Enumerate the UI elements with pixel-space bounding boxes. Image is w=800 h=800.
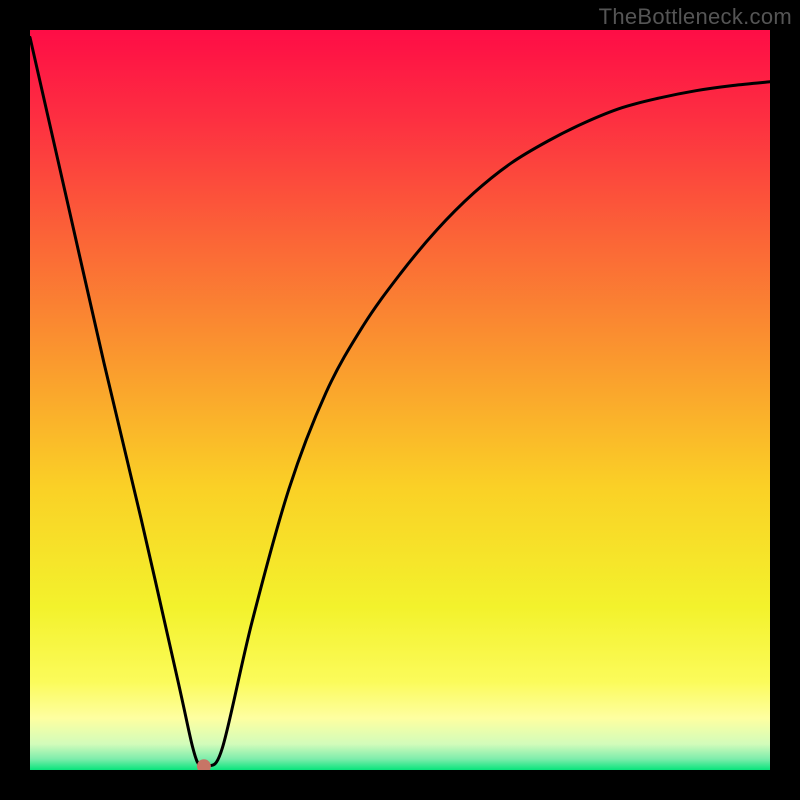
plot-area [30, 30, 770, 770]
chart-frame: TheBottleneck.com [0, 0, 800, 800]
watermark-label: TheBottleneck.com [599, 4, 792, 30]
chart-svg [30, 30, 770, 770]
gradient-background [30, 30, 770, 770]
